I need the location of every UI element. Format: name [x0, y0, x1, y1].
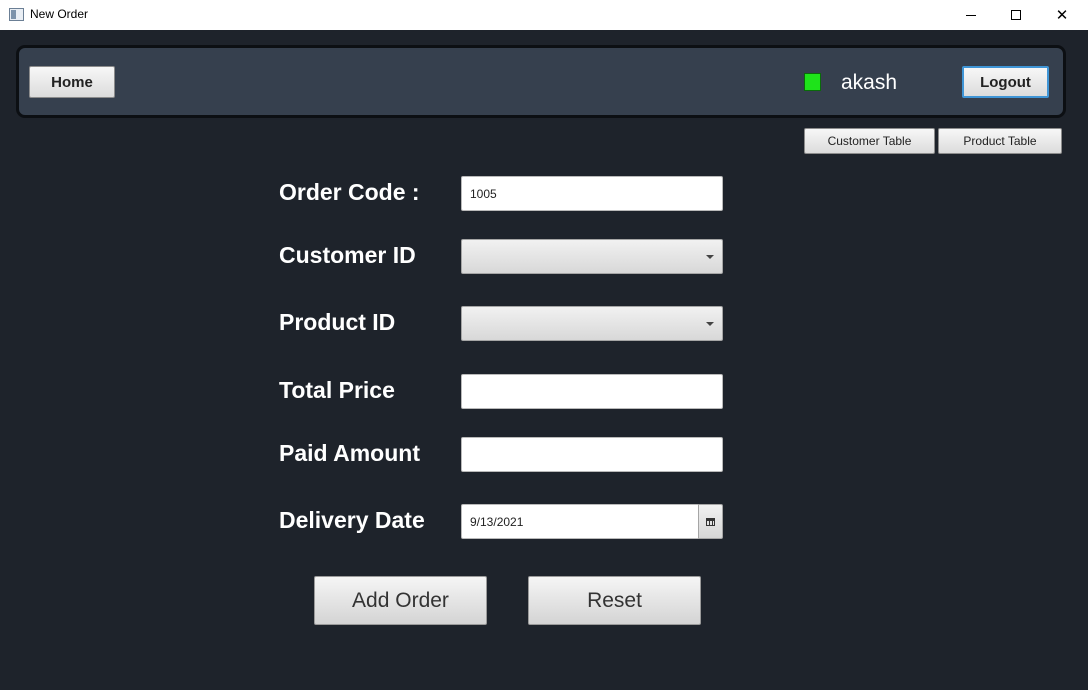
product-id-select[interactable]	[461, 306, 723, 341]
window-titlebar: New Order ✕	[0, 0, 1088, 30]
delivery-date-label: Delivery Date	[279, 507, 425, 533]
chevron-down-icon	[706, 322, 714, 326]
total-price-label: Total Price	[279, 377, 395, 403]
username-label: akash	[841, 71, 898, 94]
chevron-down-icon	[706, 255, 714, 259]
add-order-button[interactable]: Add Order	[314, 576, 487, 625]
calendar-button[interactable]	[698, 504, 723, 539]
close-icon[interactable]: ✕	[1039, 0, 1085, 30]
customer-id-select[interactable]	[461, 239, 723, 274]
total-price-input[interactable]	[461, 374, 723, 409]
header-panel: Home akash Logout	[16, 45, 1066, 118]
delivery-date-input[interactable]: 9/13/2021	[461, 504, 699, 539]
product-id-label: Product ID	[279, 309, 396, 335]
logout-button[interactable]: Logout	[962, 66, 1049, 98]
paid-amount-label: Paid Amount	[279, 440, 420, 466]
customer-id-label: Customer ID	[279, 242, 416, 268]
customer-table-button[interactable]: Customer Table	[804, 128, 935, 154]
paid-amount-input[interactable]	[461, 437, 723, 472]
app-window-icon	[9, 8, 24, 21]
reset-button[interactable]: Reset	[528, 576, 701, 625]
calendar-icon	[706, 517, 715, 526]
minimize-icon[interactable]	[948, 0, 994, 30]
maximize-icon[interactable]	[993, 0, 1039, 30]
home-button[interactable]: Home	[29, 66, 115, 98]
online-status-indicator	[804, 73, 821, 91]
order-code-label: Order Code :	[279, 179, 420, 205]
window-title: New Order	[30, 7, 89, 21]
order-code-input[interactable]: 1005	[461, 176, 723, 211]
product-table-button[interactable]: Product Table	[938, 128, 1062, 154]
